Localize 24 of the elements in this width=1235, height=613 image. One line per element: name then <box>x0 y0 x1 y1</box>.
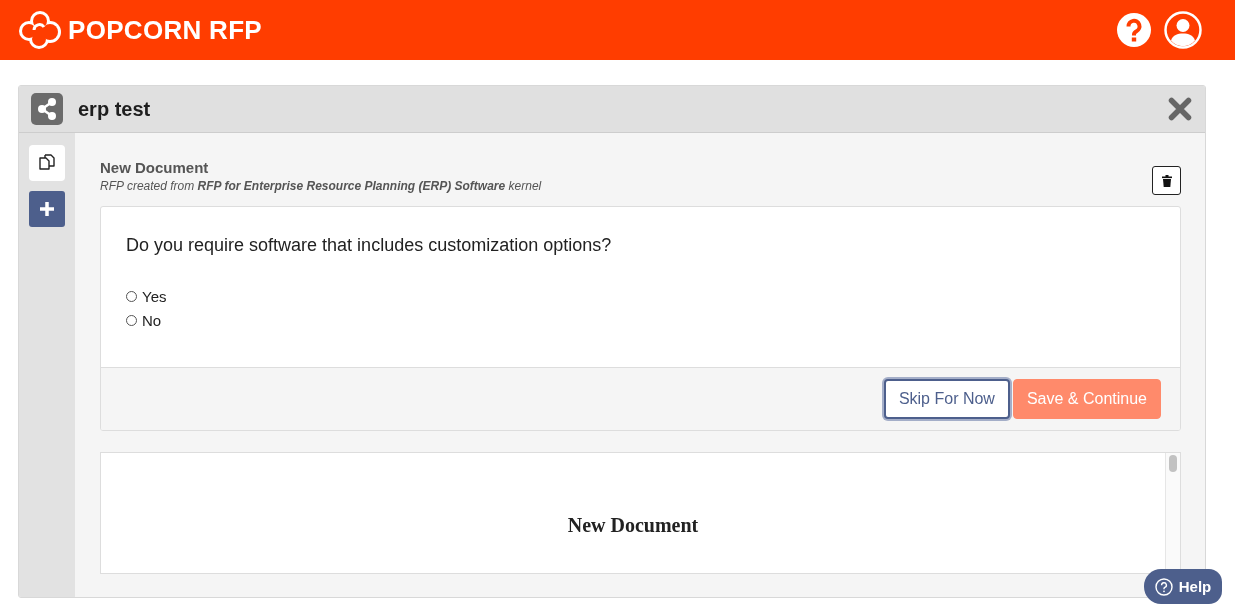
option-label[interactable]: No <box>142 311 162 329</box>
add-button[interactable] <box>29 191 65 227</box>
help-icon[interactable] <box>1117 13 1151 47</box>
brand-name[interactable]: POPCORN RFP <box>68 14 262 46</box>
question-text: Do you require software that includes customization options? <box>126 234 613 256</box>
option-label[interactable]: Yes <box>142 287 167 305</box>
document-title: New Document <box>100 159 210 177</box>
close-icon[interactable] <box>1168 97 1192 121</box>
preview-heading: New Document <box>567 513 699 537</box>
help-icon <box>1154 577 1173 596</box>
plus-icon <box>40 202 54 216</box>
copy-button[interactable] <box>29 145 65 181</box>
scrollbar-thumb[interactable] <box>1169 455 1177 472</box>
radio-button[interactable] <box>126 290 137 302</box>
radio-button[interactable] <box>126 314 137 326</box>
document-source-note: RFP created from RFP for Enterprise Resource Planning (ERP) Software kernel <box>100 178 542 194</box>
panel-title: erp test <box>78 97 151 121</box>
user-avatar-icon[interactable] <box>1164 11 1202 49</box>
trash-icon <box>1161 174 1172 187</box>
copy-icon <box>37 153 57 173</box>
help-button[interactable]: Help <box>1144 569 1222 604</box>
delete-button[interactable] <box>1152 166 1181 195</box>
skip-button[interactable]: Skip For Now <box>883 379 1010 419</box>
share-icon[interactable] <box>31 93 63 125</box>
